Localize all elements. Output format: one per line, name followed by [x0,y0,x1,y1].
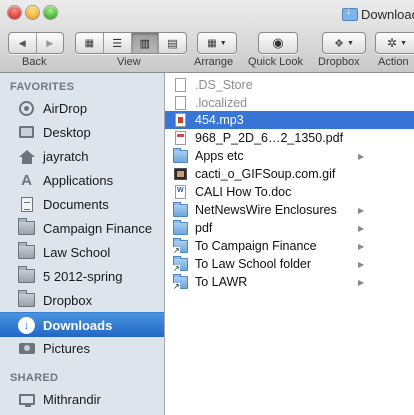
folder-icon [173,201,188,217]
forward-arrow-icon: ▶ [46,37,54,48]
action-label: Action [378,56,409,68]
cover-flow-button[interactable]: ▤ [159,33,186,53]
home-icon [18,148,35,165]
sidebar: FAVORITES AirDrop Desktop jayratch A App… [0,73,165,415]
file-row[interactable]: To LAWR ▶ [165,273,414,291]
file-row[interactable]: .DS_Store [165,76,414,94]
file-row[interactable]: .localized [165,94,414,112]
quick-look-button[interactable]: ◉ [258,32,298,54]
folder-icon [18,266,35,285]
file-row[interactable]: cacti_o_GIFSoup.com.gif [165,165,414,183]
shared-header: SHARED [10,372,59,384]
disclosure-arrow-icon: ▶ [358,151,365,161]
window-title-text: Downloads [361,7,414,22]
view-label: View [117,56,141,68]
arrange-label: Arrange [194,56,234,68]
folder-icon [18,218,35,237]
applications-icon: A [21,171,32,189]
sidebar-item-home[interactable]: jayratch [0,144,164,168]
back-label: Back [22,56,47,68]
sidebar-item-2012-spring[interactable]: 5 2012-spring [0,264,164,288]
close-window-button[interactable] [8,6,21,19]
eye-icon: ◉ [272,35,284,50]
folder-icon [173,219,188,235]
chevron-down-icon: ▼ [400,39,407,47]
minimize-window-button[interactable] [26,6,39,19]
downloads-icon: ↓ [18,316,35,334]
folder-icon [173,147,188,163]
sidebar-item-applications[interactable]: A Applications [0,168,164,192]
disclosure-arrow-icon: ▶ [358,241,365,251]
camera-icon [18,340,35,357]
folder-alias-icon [173,237,188,255]
image-file-icon [173,167,188,181]
pdf-file-icon [173,131,188,145]
disclosure-arrow-icon: ▶ [358,259,365,269]
disclosure-arrow-icon: ▶ [358,277,365,287]
window-title: Downloads [342,6,414,22]
disclosure-arrow-icon: ▶ [358,223,365,233]
file-row[interactable]: pdf ▶ [165,219,414,237]
file-row[interactable]: To Law School folder ▶ [165,255,414,273]
desktop-icon [18,124,35,141]
icon-view-button[interactable]: ▦ [76,33,104,53]
documents-icon [18,196,35,213]
window-toolbar: Downloads ◀ ▶ Back ▦ ☰ ▥ ▤ View ▦ ▼ Arra… [0,0,414,73]
list-view-icon: ☰ [112,37,123,50]
back-button[interactable]: ◀ [9,33,37,53]
arrange-button[interactable]: ▦ ▼ [197,32,237,54]
folder-icon [18,242,35,261]
sidebar-item-downloads[interactable]: ↓ Downloads [0,312,164,337]
audio-file-icon [173,113,188,127]
view-mode-control: ▦ ☰ ▥ ▤ [75,32,187,54]
file-row[interactable]: 968_P_2D_6…2_1350.pdf [165,129,414,147]
sidebar-item-law-school[interactable]: Law School [0,240,164,264]
gear-icon: ✲ [387,36,398,50]
file-row[interactable]: NetNewsWire Enclosures ▶ [165,201,414,219]
dropbox-icon: ❖ [334,37,344,50]
sidebar-item-documents[interactable]: Documents [0,192,164,216]
downloads-folder-icon [342,6,358,21]
column-view-icon: ▥ [139,37,151,50]
dropbox-button[interactable]: ❖ ▼ [322,32,366,54]
back-forward-control: ◀ ▶ [8,32,64,54]
word-document-icon [173,185,188,199]
sidebar-item-mithrandir[interactable]: Mithrandir [0,387,164,411]
cover-flow-icon: ▤ [167,37,178,50]
airdrop-icon [18,100,35,117]
quick-look-label: Quick Look [248,56,304,68]
sidebar-item-desktop[interactable]: Desktop [0,120,164,144]
document-icon [173,78,188,92]
dropbox-label: Dropbox [318,56,360,68]
forward-button[interactable]: ▶ [37,33,64,53]
computer-icon [18,391,35,408]
file-row[interactable]: Apps etc ▶ [165,147,414,165]
file-row[interactable]: CALI How To.doc [165,183,414,201]
folder-alias-icon [173,273,188,291]
sidebar-item-dropbox[interactable]: Dropbox [0,288,164,312]
favorites-header: FAVORITES [10,81,75,93]
folder-alias-icon [173,255,188,273]
chevron-down-icon: ▼ [219,39,227,47]
sidebar-item-campaign-finance[interactable]: Campaign Finance [0,216,164,240]
file-column: .DS_Store .localized 454.mp3 968_P_2D_6…… [165,73,414,415]
column-view-button[interactable]: ▥ [131,33,160,53]
arrange-grid-icon: ▦ [207,37,217,49]
zoom-window-button[interactable] [44,6,57,19]
sidebar-item-pictures[interactable]: Pictures [0,336,164,360]
list-view-button[interactable]: ☰ [104,33,132,53]
icon-view-icon: ▦ [84,37,95,49]
action-button[interactable]: ✲ ▼ [375,32,414,54]
folder-icon [18,290,35,309]
sidebar-item-airdrop[interactable]: AirDrop [0,96,164,120]
file-row[interactable]: To Campaign Finance ▶ [165,237,414,255]
back-arrow-icon: ◀ [18,37,26,48]
chevron-down-icon: ▼ [346,39,354,47]
disclosure-arrow-icon: ▶ [358,205,365,215]
file-row-selected[interactable]: 454.mp3 [165,111,414,129]
document-icon [173,96,188,110]
